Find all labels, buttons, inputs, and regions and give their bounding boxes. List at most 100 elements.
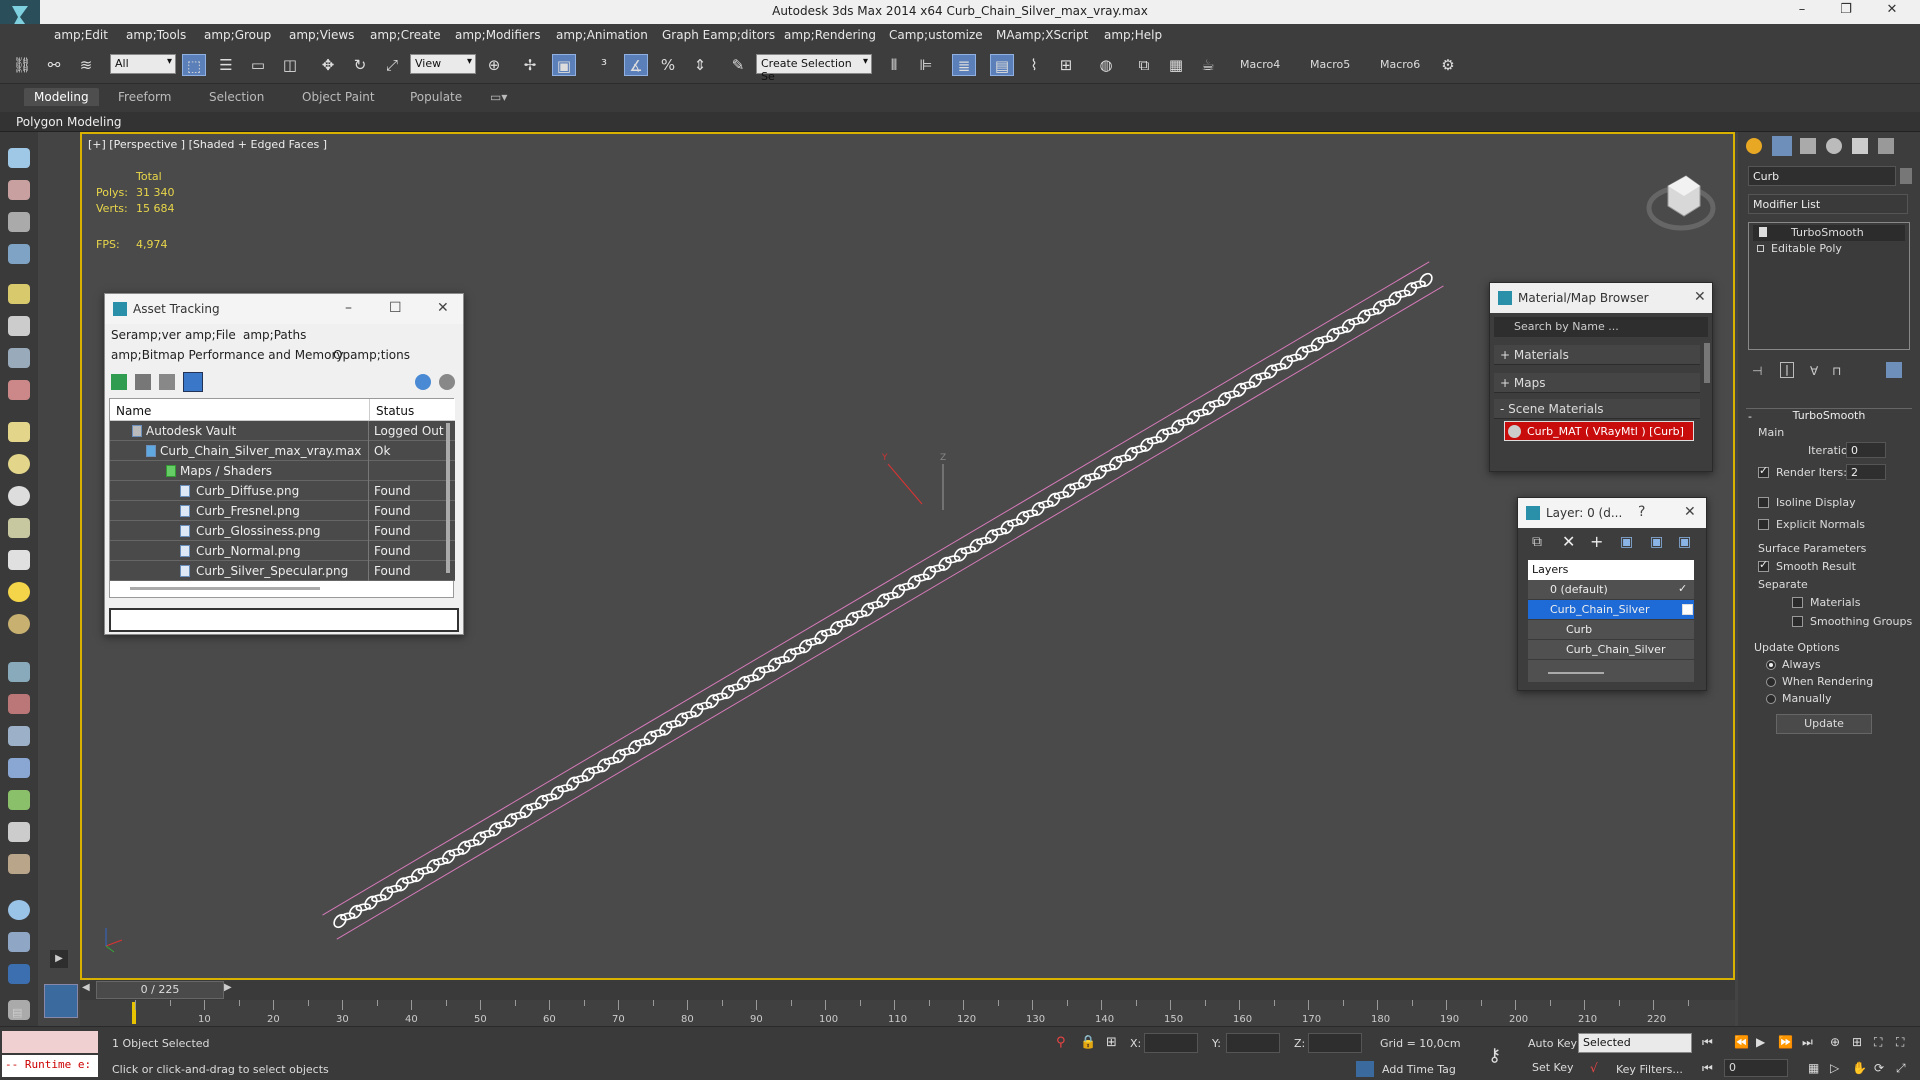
add-time-tag[interactable]: Add Time Tag [1382,1063,1456,1076]
minimize-icon[interactable]: – [345,300,352,316]
render-setup-icon[interactable]: ⧉ [1132,54,1156,76]
hierarchy-tab-icon[interactable] [1800,138,1816,154]
menu-edit[interactable]: amp;Edit [54,28,108,42]
orbit-icon[interactable]: ⟳ [1874,1061,1884,1075]
sun-icon[interactable] [8,582,30,602]
menu-options[interactable]: Opamp;tions [333,348,410,362]
menu-graph-editors[interactable]: Graph Eamp;ditors [662,28,775,42]
horizontal-scrollbar[interactable] [130,587,320,590]
menu-server[interactable]: Seramp;ver [111,328,181,342]
menu-views[interactable]: amp;Views [289,28,354,42]
expand-plus-icon[interactable] [1757,245,1764,252]
table-view-icon[interactable] [183,372,203,392]
delete-layer-icon[interactable]: ✕ [1562,532,1575,551]
create-tab-icon[interactable] [1746,138,1762,154]
close-icon[interactable]: ✕ [437,300,449,316]
time-slider-thumb[interactable]: 0 / 225 [96,981,224,999]
camera-icon[interactable] [8,316,30,336]
stack-item-turbosmooth[interactable]: TurboSmooth [1753,225,1905,241]
maxscript-listener-output[interactable]: -- Runtime e: [2,1055,98,1077]
maps-group[interactable]: + Maps [1494,373,1700,393]
curve-editor-icon[interactable]: ⌇ [1022,54,1046,76]
modifier-list-dropdown[interactable]: Modifier List [1748,194,1908,214]
add-to-layer-icon[interactable]: + [1590,532,1603,551]
layer-manager-icon[interactable]: ≣ [952,54,976,76]
selection-filter-dropdown[interactable]: All [110,54,176,74]
table-row[interactable]: Curb_Fresnel.png Found [110,501,455,521]
helper-icon[interactable] [8,348,30,368]
viewport-label[interactable]: [+] [Perspective ] [Shaded + Edged Faces… [88,138,327,151]
menu-animation[interactable]: amp;Animation [556,28,648,42]
separate-smoothing-checkbox[interactable] [1792,616,1803,627]
triangle-icon[interactable] [8,726,30,746]
motion-tab-icon[interactable] [1826,138,1842,154]
table-row[interactable]: Curb_Chain_Silver_max_vray.max Ok [110,441,455,461]
remove-modifier-icon[interactable]: ⊓ [1832,364,1841,378]
teapot-icon[interactable] [8,148,30,168]
utilities-tab-icon[interactable] [1878,138,1894,154]
column-header-status[interactable]: Status [370,399,455,421]
set-key-button[interactable]: Set Key [1532,1061,1574,1074]
rotate-icon[interactable]: ↻ [348,54,372,76]
stack-item-editable-poly[interactable]: Editable Poly [1753,241,1905,257]
menu-group[interactable]: amp;Group [204,28,271,42]
close-icon[interactable]: ✕ [1694,289,1706,305]
mirror-icon[interactable]: ⫴ [882,54,906,76]
curve-editor-mini-icon[interactable]: ▤ [12,1006,22,1019]
dynamics-icon[interactable] [8,694,30,714]
torus-icon[interactable] [8,486,30,506]
current-frame-field[interactable]: 0 [1724,1059,1788,1077]
macro4-button[interactable]: Macro4 [1240,58,1280,71]
tab-object-paint[interactable]: Object Paint [302,90,375,104]
box-icon[interactable] [8,422,30,442]
cone-icon[interactable] [8,550,30,570]
next-frame-arrow-icon[interactable]: ▶ [224,982,232,993]
vray-icon[interactable] [8,964,30,984]
tab-selection[interactable]: Selection [209,90,264,104]
time-slider[interactable]: ◀ 0 / 225 ▶ [80,980,1735,1000]
schematic-view-icon[interactable]: ⊞ [1054,54,1078,76]
pivot-center-icon[interactable]: ⊕ [482,54,506,76]
zoom-all-icon[interactable]: ⊞ [1852,1035,1862,1049]
teapot-create-icon[interactable] [8,518,30,538]
explicit-normals-checkbox[interactable] [1758,519,1769,530]
tab-freeform[interactable]: Freeform [118,90,171,104]
zoom-extents-icon[interactable]: ⛶ [1874,1035,1882,1050]
ref-coord-dropdown[interactable]: View [410,54,476,74]
smooth-result-checkbox[interactable] [1758,558,1769,572]
spacewarp-icon[interactable] [8,380,30,400]
x-coordinate-field[interactable] [1144,1033,1198,1053]
thumbnail-view-icon[interactable] [159,374,175,390]
layer-dialog-titlebar[interactable]: Layer: 0 (d... ? ✕ [1518,498,1706,528]
help-icon[interactable]: ? [1638,504,1645,520]
tab-populate[interactable]: Populate [410,90,462,104]
make-unique-icon[interactable]: ∀ [1810,364,1818,378]
named-selection-dropdown[interactable]: Create Selection Se [756,54,872,83]
gear-icon[interactable]: ⚙ [1436,54,1460,76]
select-layer-objects-icon[interactable]: ▣ [1620,534,1633,550]
y-coordinate-field[interactable] [1226,1033,1280,1053]
scene-explorer-icon[interactable] [8,244,30,264]
table-row[interactable]: Curb_Normal.png Found [110,541,455,561]
maximize-viewport-icon[interactable]: ⤢ [1896,1061,1906,1076]
scale-icon[interactable]: ⤢ [380,54,404,76]
maximize-icon[interactable]: ☐ [389,300,402,316]
prev-frame-arrow-icon[interactable]: ◀ [82,982,90,993]
rollout-turbosmooth[interactable]: TurboSmooth [1746,408,1912,422]
shell-icon[interactable] [8,854,30,874]
lock-icon[interactable]: 🔒 [1080,1035,1096,1050]
key-icon[interactable]: ⚷ [1488,1045,1501,1066]
zoom-extents-all-icon[interactable]: ⛶ [1896,1035,1904,1050]
render-icon[interactable]: ☕ [1196,54,1220,76]
angle-snap-icon[interactable]: ∡ [624,54,648,76]
active-layer-check-icon[interactable]: ✓ [1678,582,1687,595]
render-iters-spinner[interactable]: 2 [1846,464,1886,480]
update-when-rendering-radio[interactable] [1766,677,1776,687]
menu-bitmap-performance[interactable]: amp;Bitmap Performance and Memory [111,348,344,362]
absolute-mode-icon[interactable]: ⊞ [1106,1035,1117,1050]
material-search-input[interactable]: Search by Name ... [1494,317,1708,337]
next-key-icon[interactable]: ⏩ [1778,1035,1793,1049]
table-row[interactable]: Autodesk Vault Logged Out ... [110,421,455,452]
tab-modeling[interactable]: Modeling [24,88,99,106]
particles-icon[interactable] [8,662,30,682]
